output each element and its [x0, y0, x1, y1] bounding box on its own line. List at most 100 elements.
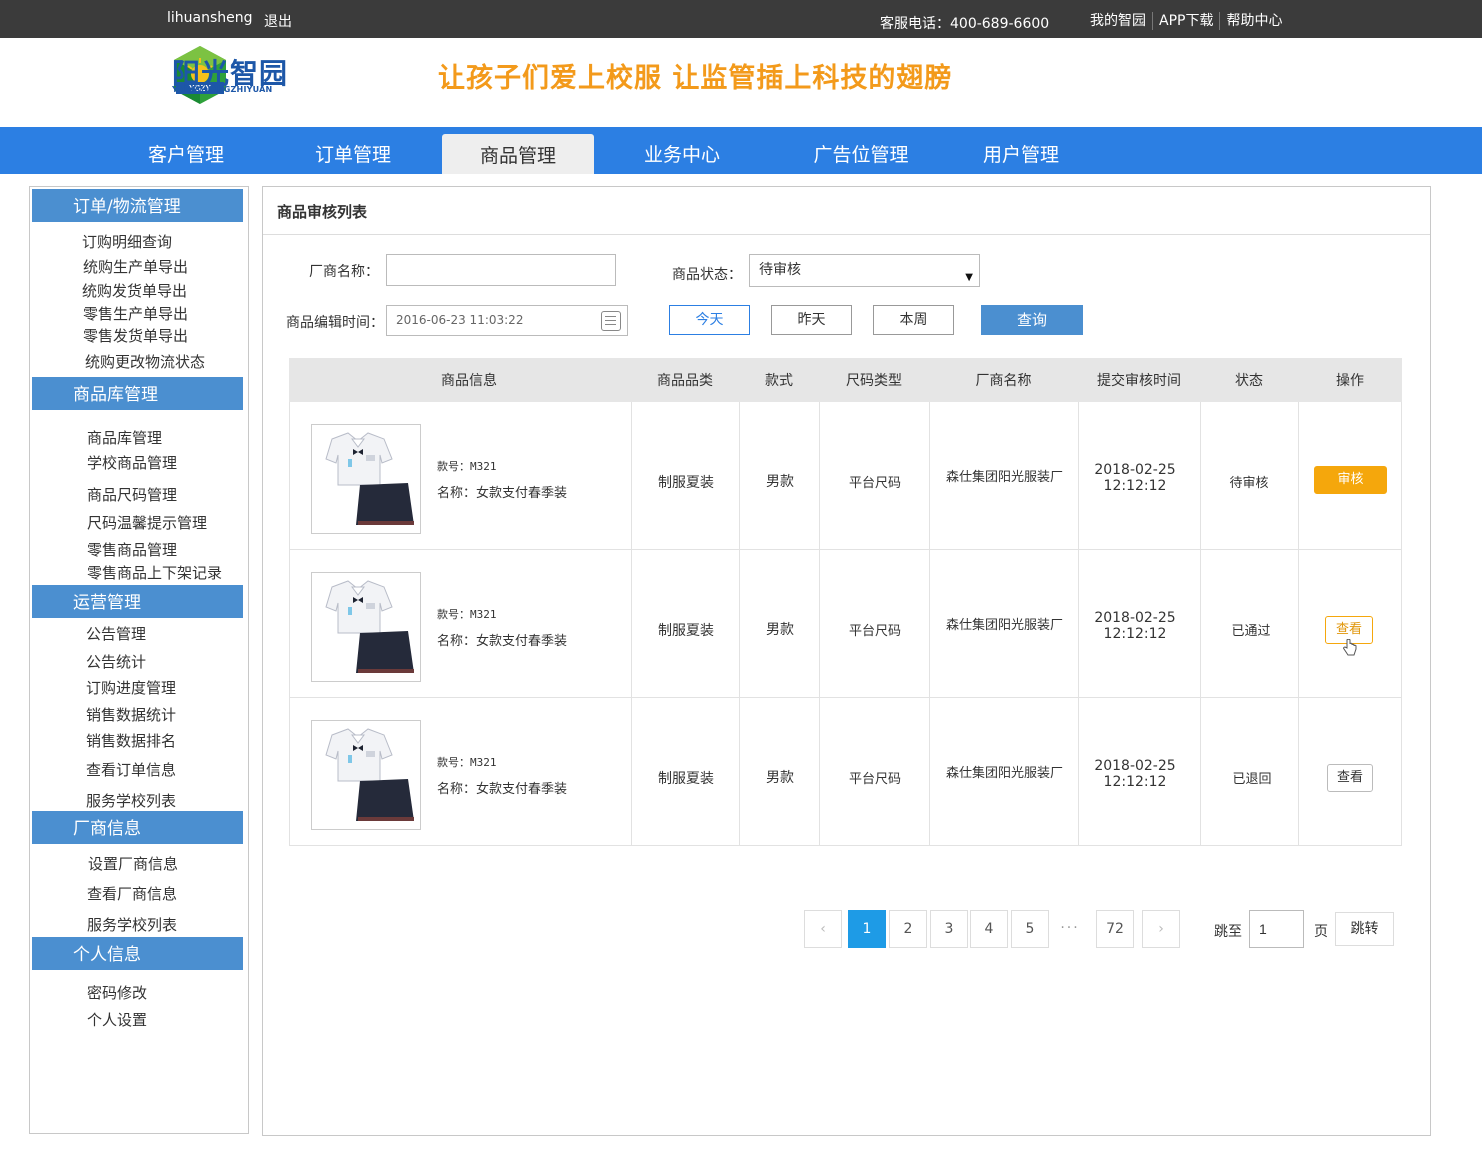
sidebar-section-vendor[interactable]: 厂商信息 [32, 811, 243, 844]
hand-cursor-icon [1343, 639, 1357, 656]
product-thumbnail[interactable] [311, 572, 421, 682]
status-select[interactable]: 待审核 ▼ [749, 254, 980, 287]
sidebar-item[interactable]: 统购更改物流状态 [85, 351, 205, 372]
sidebar-item[interactable]: 查看厂商信息 [87, 883, 177, 904]
this-week-button[interactable]: 本周 [873, 305, 954, 335]
audit-button[interactable]: 审核 [1314, 466, 1387, 494]
page-button[interactable]: 1 [848, 910, 886, 948]
sidebar-item[interactable]: 服务学校列表 [86, 790, 176, 811]
sidebar-item[interactable]: 销售数据排名 [86, 730, 176, 751]
logout-link[interactable]: 退出 [264, 11, 292, 31]
sidebar-item[interactable]: 尺码温馨提示管理 [87, 512, 207, 533]
today-button[interactable]: 今天 [669, 305, 750, 335]
my-zhiyuan-link[interactable]: 我的智园 [1090, 12, 1152, 30]
top-bar: lihuansheng 退出 客服电话：400-689-6600 我的智园 AP… [0, 0, 1482, 38]
edit-time-value: 2016-06-23 11:03:22 [396, 313, 524, 327]
product-name: 名称：女款支付春季装 [437, 486, 568, 501]
sidebar-item[interactable]: 统购生产单导出 [83, 256, 188, 277]
size-type: 平台尺码 [848, 624, 901, 639]
vendor-name: 森仕集团阳光服装厂 [945, 470, 1063, 485]
vendor-input[interactable] [386, 254, 616, 286]
submit-date: 2018-02-25 [1094, 462, 1176, 478]
sidebar-item[interactable]: 密码修改 [87, 982, 147, 1003]
sidebar-item[interactable]: 学校商品管理 [87, 452, 177, 473]
sidebar-item[interactable]: 订购进度管理 [86, 677, 176, 698]
jump-label: 跳至 [1214, 924, 1242, 940]
product-category: 制服夏装 [658, 475, 714, 491]
page-button[interactable]: 4 [970, 910, 1008, 948]
prev-page-button[interactable]: ‹ [804, 910, 842, 948]
sidebar-item[interactable]: 商品库管理 [87, 427, 162, 448]
logo-subtext: YANGGUANGZHIYUAN [172, 85, 273, 94]
uniform-image [325, 728, 414, 821]
next-page-button[interactable]: › [1142, 910, 1180, 948]
sidebar-item[interactable]: 个人设置 [87, 1009, 147, 1030]
hotline-text: 客服电话：400-689-6600 [880, 16, 1050, 32]
sidebar-section-catalog[interactable]: 商品库管理 [32, 377, 243, 410]
col-action: 操作 [1336, 373, 1364, 389]
sidebar-item[interactable]: 零售发货单导出 [83, 325, 188, 346]
col-submit-time: 提交审核时间 [1097, 373, 1181, 389]
nav-users[interactable]: 用户管理 [965, 127, 1077, 174]
nav-products[interactable]: 商品管理 [442, 134, 594, 174]
sidebar-item[interactable]: 服务学校列表 [87, 914, 177, 935]
product-code: 款号：M321 [437, 608, 497, 621]
sidebar-item[interactable]: 统购发货单导出 [82, 280, 187, 301]
edit-time-input[interactable]: 2016-06-23 11:03:22 [386, 305, 628, 336]
page-button-last[interactable]: 72 [1096, 910, 1134, 948]
app-download-link[interactable]: APP下载 [1152, 12, 1219, 30]
edit-time-label: 商品编辑时间： [286, 315, 384, 331]
table-row: 款号：M321 名称：女款支付春季装 制服夏装 男款 平台尺码 森仕集团阳光服装… [289, 402, 1402, 550]
username[interactable]: lihuansheng [167, 10, 253, 26]
jump-button[interactable]: 跳转 [1335, 912, 1394, 946]
status-text: 已通过 [1231, 624, 1271, 639]
product-code: 款号：M321 [437, 460, 497, 473]
query-button[interactable]: 查询 [981, 305, 1083, 335]
sidebar-item[interactable]: 零售生产单导出 [83, 303, 188, 324]
sidebar-item[interactable]: 商品尺码管理 [87, 484, 177, 505]
main-panel: 商品审核列表 厂商名称： 商品状态： 待审核 ▼ 商品编辑时间： 2016-06… [262, 186, 1431, 1136]
nav-business[interactable]: 业务中心 [626, 127, 738, 174]
product-name: 名称：女款支付春季装 [437, 782, 568, 797]
submit-date: 2018-02-25 [1094, 758, 1176, 774]
product-name: 名称：女款支付春季装 [437, 634, 568, 649]
page-button[interactable]: 2 [889, 910, 927, 948]
product-thumbnail[interactable] [311, 424, 421, 534]
chevron-down-icon: ▼ [965, 272, 973, 283]
nav-orders[interactable]: 订单管理 [297, 127, 409, 174]
help-center-link[interactable]: 帮助中心 [1219, 12, 1288, 30]
sidebar-item[interactable]: 零售商品管理 [87, 539, 177, 560]
submit-time: 12:12:12 [1103, 626, 1167, 642]
sidebar-item[interactable]: 查看订单信息 [86, 759, 176, 780]
main-nav: 客户管理 订单管理 商品管理 业务中心 广告位管理 用户管理 [0, 127, 1482, 174]
col-product-info: 商品信息 [441, 373, 497, 389]
top-links: 我的智园 APP下载 帮助中心 [1090, 12, 1288, 30]
sidebar-item[interactable]: 销售数据统计 [86, 704, 176, 725]
jump-page-input[interactable] [1249, 910, 1304, 948]
page-button[interactable]: 3 [930, 910, 968, 948]
page-title: 商品审核列表 [277, 203, 368, 221]
sidebar-item[interactable]: 公告管理 [86, 623, 146, 644]
vendor-name: 森仕集团阳光服装厂 [945, 618, 1063, 633]
submit-time: 12:12:12 [1103, 478, 1167, 494]
nav-customer[interactable]: 客户管理 [130, 127, 242, 174]
product-style: 男款 [766, 770, 794, 786]
status-select-value: 待审核 [759, 262, 801, 278]
view-button[interactable]: 查看 [1327, 764, 1373, 792]
sidebar-section-orders[interactable]: 订单/物流管理 [32, 189, 243, 222]
yesterday-button[interactable]: 昨天 [771, 305, 852, 335]
sidebar-item[interactable]: 零售商品上下架记录 [87, 562, 222, 583]
sidebar-item[interactable]: 公告统计 [86, 651, 146, 672]
calendar-icon[interactable] [601, 311, 621, 331]
sidebar: 订单/物流管理 订购明细查询 统购生产单导出 统购发货单导出 零售生产单导出 零… [29, 186, 249, 1134]
product-thumbnail[interactable] [311, 720, 421, 830]
page-button[interactable]: 5 [1011, 910, 1049, 948]
nav-ads[interactable]: 广告位管理 [800, 127, 922, 174]
col-vendor: 厂商名称 [975, 373, 1032, 389]
page-unit-label: 页 [1314, 924, 1328, 940]
sidebar-section-operations[interactable]: 运营管理 [32, 585, 243, 618]
sidebar-section-personal[interactable]: 个人信息 [32, 937, 243, 970]
submit-date: 2018-02-25 [1094, 610, 1176, 626]
sidebar-item[interactable]: 设置厂商信息 [88, 853, 178, 874]
sidebar-item[interactable]: 订购明细查询 [82, 231, 172, 252]
